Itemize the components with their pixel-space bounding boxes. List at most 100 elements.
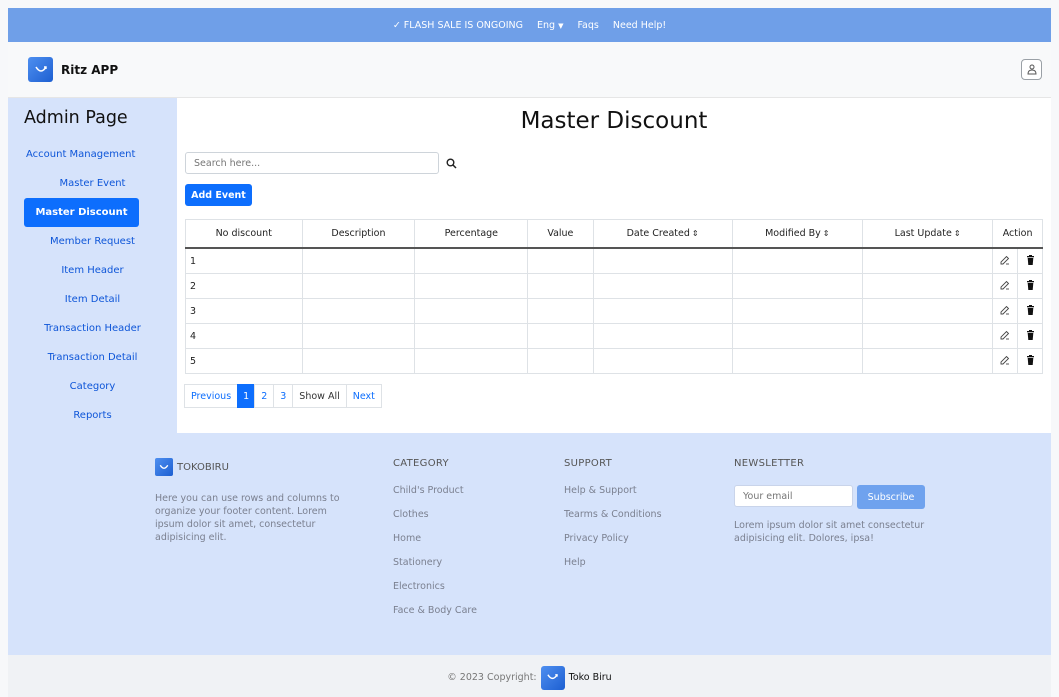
sidebar-item-transaction-detail[interactable]: Transaction Detail <box>8 343 177 372</box>
delete-button[interactable] <box>1017 247 1043 274</box>
sidebar-item-master-discount[interactable]: Master Discount <box>24 198 139 227</box>
cell-value <box>527 323 594 349</box>
pagination-next[interactable]: Next <box>345 384 382 408</box>
delete-button[interactable] <box>1017 273 1043 299</box>
table-row: 2 <box>185 273 1043 299</box>
top-announcement-bar: ✓ FLASH SALE IS ONGOING Eng ▼ Faqs Need H… <box>8 8 1051 42</box>
edit-icon <box>1000 305 1010 318</box>
sidebar-item-category[interactable]: Category <box>8 372 177 401</box>
sidebar-item-transaction-header[interactable]: Transaction Header <box>8 314 177 343</box>
sort-icon: ⇕ <box>822 229 830 238</box>
edit-button[interactable] <box>992 298 1019 324</box>
edit-button[interactable] <box>992 323 1019 349</box>
footer-category-link[interactable]: Clothes <box>393 509 477 520</box>
edit-button[interactable] <box>992 247 1019 274</box>
search-icon <box>446 158 457 169</box>
cell-no-discount: 5 <box>185 348 303 374</box>
navbar: Ritz APP <box>8 42 1051 98</box>
cell-date-created <box>592 348 733 374</box>
sidebar-item-account-management[interactable]: Account Management <box>8 140 177 169</box>
cell-no-discount: 3 <box>185 298 303 324</box>
edit-button[interactable] <box>992 273 1019 299</box>
footer: TOKOBIRU Here you can use rows and colum… <box>8 433 1051 655</box>
column-header-date-created[interactable]: Date Created ⇕ <box>592 219 733 249</box>
pagination-page-2[interactable]: 2 <box>254 384 275 408</box>
admin-sidebar: Admin Page Account Management Master Eve… <box>8 98 177 433</box>
sidebar-item-item-header[interactable]: Item Header <box>8 256 177 285</box>
copyright-text: © 2023 Copyright: <box>447 672 537 683</box>
newsletter-email-input[interactable] <box>734 485 853 507</box>
cell-last-update <box>861 323 994 349</box>
search-input[interactable] <box>185 152 439 174</box>
cell-no-discount: 4 <box>185 323 303 349</box>
table-header-row: No discount Description Percentage Value… <box>185 219 1043 249</box>
sort-icon: ⇕ <box>691 229 699 238</box>
caret-down-icon: ▼ <box>558 21 564 30</box>
footer-support-link[interactable]: Help & Support <box>564 485 662 496</box>
delete-button[interactable] <box>1017 348 1043 374</box>
edit-icon <box>1000 355 1010 368</box>
cell-last-update <box>861 298 994 324</box>
footer-category-link[interactable]: Electronics <box>393 581 477 592</box>
faqs-link[interactable]: Faqs <box>577 20 598 31</box>
pagination-page-3[interactable]: 3 <box>273 384 294 408</box>
sidebar-item-master-event[interactable]: Master Event <box>8 169 177 198</box>
cell-description <box>301 348 416 374</box>
search-bar <box>185 152 1043 174</box>
search-button[interactable] <box>439 152 463 174</box>
footer-category-link[interactable]: Home <box>393 533 477 544</box>
footer-category-title: CATEGORY <box>393 458 449 469</box>
cell-modified-by <box>731 323 863 349</box>
cell-description <box>301 273 416 299</box>
need-help-link[interactable]: Need Help! <box>613 20 666 31</box>
footer-newsletter: NEWSLETTER Subscribe Lorem ipsum dolor s… <box>734 458 934 545</box>
cell-last-update <box>861 273 994 299</box>
sidebar-item-item-detail[interactable]: Item Detail <box>8 285 177 314</box>
footer-category: CATEGORY Child's Product Clothes Home St… <box>393 458 477 629</box>
footer-support-link[interactable]: Tearms & Conditions <box>564 509 662 520</box>
edit-icon <box>1000 330 1010 343</box>
sidebar-item-member-request[interactable]: Member Request <box>8 227 177 256</box>
sort-icon: ⇕ <box>953 229 961 238</box>
sidebar-item-reports[interactable]: Reports <box>8 401 177 430</box>
cell-no-discount: 2 <box>185 273 303 299</box>
cell-date-created <box>592 247 733 274</box>
sidebar-title: Admin Page <box>24 108 128 128</box>
copyright-brand[interactable]: Toko Biru <box>569 672 612 683</box>
cell-modified-by <box>731 247 863 274</box>
copyright-bar: © 2023 Copyright: Toko Biru <box>8 655 1051 697</box>
check-icon: ✓ <box>392 19 401 31</box>
pagination-page-1[interactable]: 1 <box>237 384 256 408</box>
footer-category-link[interactable]: Stationery <box>393 557 477 568</box>
column-header-value[interactable]: Value <box>527 219 594 249</box>
footer-category-link[interactable]: Child's Product <box>393 485 477 496</box>
column-header-percentage[interactable]: Percentage <box>414 219 529 249</box>
column-header-modified-by[interactable]: Modified By ⇕ <box>731 219 863 249</box>
delete-button[interactable] <box>1017 298 1043 324</box>
pagination-previous[interactable]: Previous <box>184 384 239 408</box>
footer-support-link[interactable]: Help <box>564 557 662 568</box>
footer-category-link[interactable]: Face & Body Care <box>393 605 477 616</box>
cell-percentage <box>414 298 529 324</box>
column-header-description[interactable]: Description <box>301 219 416 249</box>
brand-link[interactable]: Ritz APP <box>28 57 118 82</box>
table-row: 5 <box>185 348 1043 374</box>
column-header-action: Action <box>992 219 1043 249</box>
table-row: 1 <box>185 247 1043 274</box>
delete-button[interactable] <box>1017 323 1043 349</box>
footer-support-link[interactable]: Privacy Policy <box>564 533 662 544</box>
column-header-last-update[interactable]: Last Update ⇕ <box>861 219 994 249</box>
pagination-show-all[interactable]: Show All <box>292 384 347 408</box>
edit-button[interactable] <box>992 348 1019 374</box>
cell-percentage <box>414 323 529 349</box>
user-account-button[interactable] <box>1021 59 1042 80</box>
edit-icon <box>1000 280 1010 293</box>
edit-icon <box>1000 255 1010 268</box>
subscribe-button[interactable]: Subscribe <box>857 485 925 509</box>
add-event-button[interactable]: Add Event <box>185 184 252 206</box>
table-row: 3 <box>185 298 1043 324</box>
footer-brand[interactable]: TOKOBIRU <box>155 458 345 476</box>
column-header-no-discount[interactable]: No discount <box>185 219 303 249</box>
language-selector[interactable]: Eng ▼ <box>537 20 563 31</box>
page-title: Master Discount <box>520 108 708 134</box>
